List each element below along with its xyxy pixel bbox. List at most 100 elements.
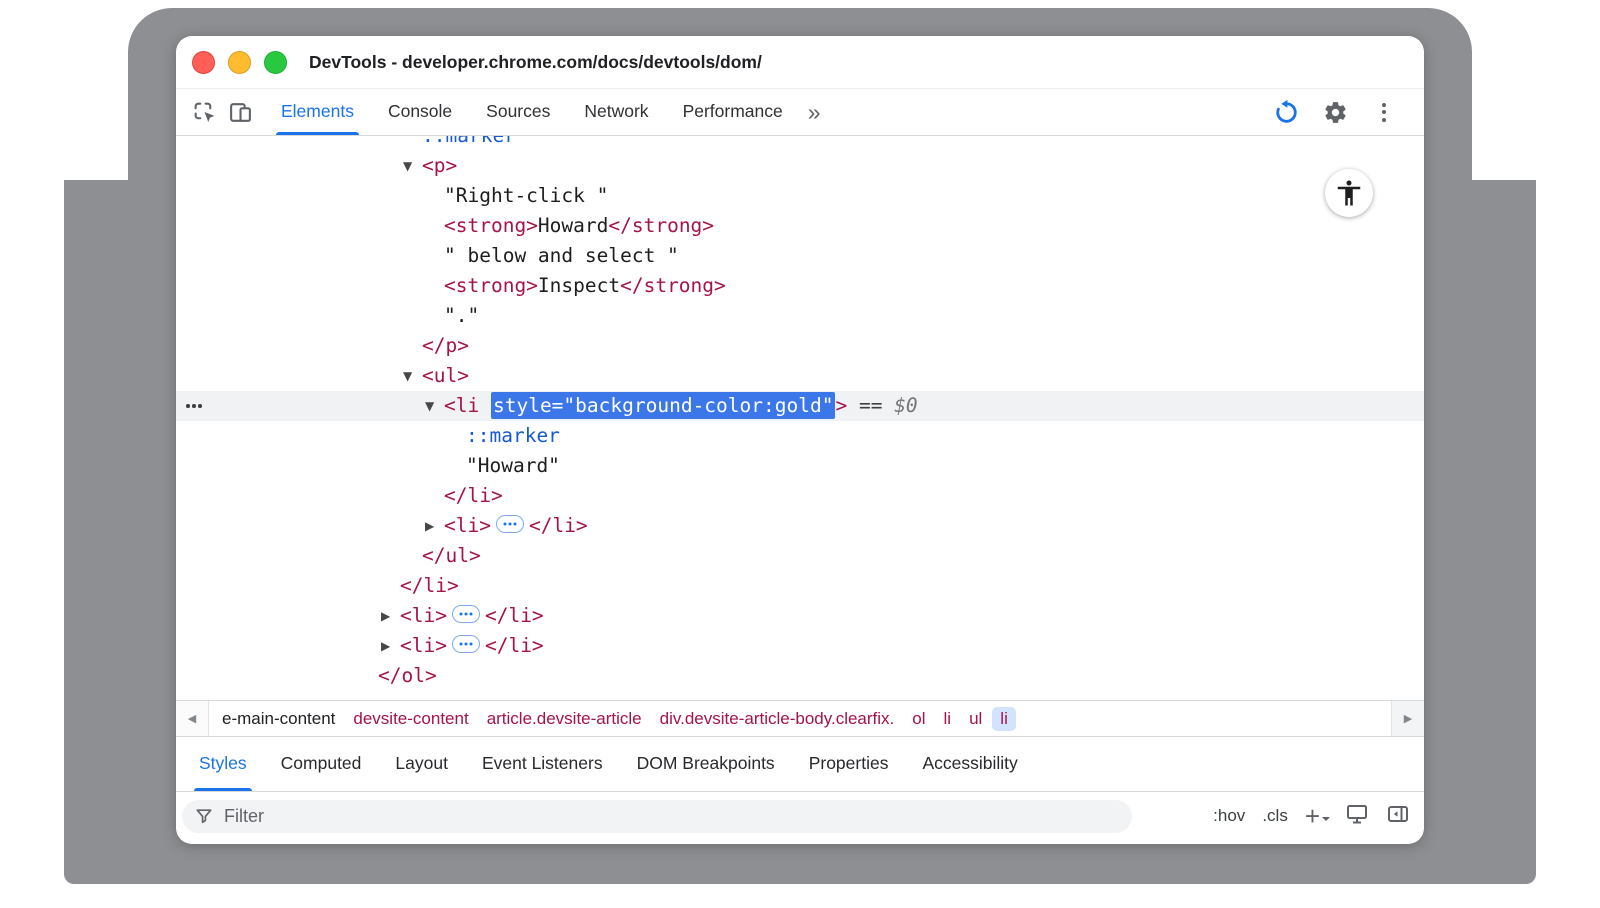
new-style-rule-button[interactable]: + [1305,806,1328,826]
kebab-menu-icon[interactable] [1367,95,1401,129]
dom-node[interactable]: ::marker [176,421,1424,451]
window-title: DevTools - developer.chrome.com/docs/dev… [309,52,762,73]
expand-closed-arrow-icon[interactable]: ▶ [381,631,400,661]
collapsed-content-pill-icon[interactable] [496,515,524,533]
breadcrumb-scroll-right-button[interactable]: ▶ [1391,701,1424,736]
window-titlebar: DevTools - developer.chrome.com/docs/dev… [176,36,1424,89]
code-eq: == [859,394,882,417]
tab-network[interactable]: Network [567,89,665,135]
row-overflow-dots-icon[interactable] [184,406,204,410]
code-text: " below and select " [444,244,679,267]
dom-node[interactable]: <strong>Inspect</strong> [176,271,1424,301]
more-tabs-button[interactable]: » [800,90,829,134]
styles-filter-toolbar: Filter :hov .cls + [176,791,1424,840]
dom-node[interactable]: <strong>Howard</strong> [176,211,1424,241]
toggle-element-class-button[interactable]: .cls [1262,806,1288,826]
breadcrumb-item-ol-4[interactable]: ol [904,707,933,731]
dom-node[interactable]: ▶<li> </li> [176,601,1424,631]
tab-accessibility[interactable]: Accessibility [905,737,1034,791]
accessibility-fab-button[interactable] [1325,169,1373,217]
device-toolbar-icon[interactable] [223,95,257,129]
code-pseudo: ::marker [466,424,560,447]
dom-node-selected[interactable]: ▼<li style="background-color:gold"> == $… [176,391,1424,421]
collapsed-content-pill-icon[interactable] [452,635,480,653]
rendering-emulation-button[interactable] [1345,802,1369,831]
code-tag: </li> [529,514,588,537]
reload-sync-icon[interactable] [1269,95,1303,129]
minimize-window-button[interactable] [228,51,251,74]
settings-gear-icon[interactable] [1318,95,1352,129]
expand-open-arrow-icon[interactable]: ▼ [403,361,422,391]
code-text: Inspect [538,274,620,297]
zoom-window-button[interactable] [264,51,287,74]
toggle-hover-state-button[interactable]: :hov [1213,806,1245,826]
dom-node[interactable]: ▼<ul> [176,361,1424,391]
dom-tree: ::marker▼<p>"Right-click "<strong>Howard… [176,136,1424,691]
dom-node[interactable]: </ul> [176,541,1424,571]
traffic-lights [192,51,287,74]
tab-layout[interactable]: Layout [378,737,465,791]
dom-node[interactable]: "Right-click " [176,181,1424,211]
toggle-sidebar-button[interactable] [1386,802,1410,831]
dom-node[interactable]: </ol> [176,661,1424,691]
code-pseudo: ::marker [422,136,516,147]
breadcrumb-scroll-left-button[interactable]: ◀ [176,701,209,736]
expand-closed-arrow-icon[interactable]: ▶ [425,511,444,541]
breadcrumb-item-article-devsite-article-2[interactable]: article.devsite-article [479,707,650,731]
tab-elements[interactable]: Elements [264,89,371,135]
styles-filter-input[interactable]: Filter [182,800,1132,833]
dom-node[interactable]: ▶<li> </li> [176,511,1424,541]
tab-computed[interactable]: Computed [264,737,379,791]
breadcrumb-item-e-main-content-0[interactable]: e-main-content [214,707,343,731]
breadcrumb-bar: ◀ e-main-contentdevsite-contentarticle.d… [176,700,1424,737]
dom-node[interactable]: ::marker [176,136,1424,151]
collapsed-content-pill-icon[interactable] [452,605,480,623]
code-tag: <p> [422,154,457,177]
code-tag: <li [444,394,479,417]
elements-tree-pane: ::marker▼<p>"Right-click "<strong>Howard… [176,136,1424,700]
filter-placeholder: Filter [224,806,264,827]
code-tag: <strong> [444,214,538,237]
tab-dom-breakpoints[interactable]: DOM Breakpoints [620,737,792,791]
inspect-element-icon[interactable] [187,95,221,129]
dom-node[interactable]: ▼<p> [176,151,1424,181]
expand-open-arrow-icon[interactable]: ▼ [403,151,422,181]
tab-sources[interactable]: Sources [469,89,567,135]
dom-node[interactable]: "Howard" [176,451,1424,481]
tab-performance[interactable]: Performance [666,89,800,135]
breadcrumb-item-div-devsite-article-body-clearfix-3[interactable]: div.devsite-article-body.clearfix. [652,707,903,731]
devtools-toolbar: ElementsConsoleSourcesNetworkPerformance… [176,89,1424,136]
dom-node[interactable]: </p> [176,331,1424,361]
dom-node[interactable]: "." [176,301,1424,331]
code-tag: <li> [400,604,447,627]
accessibility-person-icon [1334,178,1364,208]
dom-node[interactable]: </li> [176,571,1424,601]
code-tag: </ul> [422,544,481,567]
code-tag: <li> [444,514,491,537]
tab-properties[interactable]: Properties [792,737,906,791]
close-window-button[interactable] [192,51,215,74]
dom-node[interactable]: ▶<li></li> [176,631,1424,661]
code-text: "Howard" [466,454,560,477]
code-text: "Right-click " [444,184,608,207]
code-sp [479,394,491,417]
breadcrumb-item-ul-6[interactable]: ul [961,707,990,731]
chevron-right-icon: ▶ [1404,712,1412,725]
breadcrumb-item-devsite-content-1[interactable]: devsite-content [345,707,476,731]
breadcrumb-item-li-5[interactable]: li [936,707,960,731]
code-attrsel[interactable]: style="background-color:gold" [491,392,835,419]
dom-node[interactable]: " below and select " [176,241,1424,271]
tab-console[interactable]: Console [371,89,469,135]
code-tag: <strong> [444,274,538,297]
expand-open-arrow-icon[interactable]: ▼ [425,391,444,421]
expand-closed-arrow-icon[interactable]: ▶ [381,601,400,631]
code-tag: </li> [444,484,503,507]
tab-styles[interactable]: Styles [182,737,264,791]
monitor-icon [1345,802,1369,826]
dom-node[interactable]: </li> [176,481,1424,511]
code-tag: </ol> [378,664,437,687]
code-tag: </li> [485,604,544,627]
breadcrumb-item-li-7[interactable]: li [992,707,1016,731]
tab-event-listeners[interactable]: Event Listeners [465,737,620,791]
styles-toolbar-right: :hov .cls + [1213,802,1410,831]
